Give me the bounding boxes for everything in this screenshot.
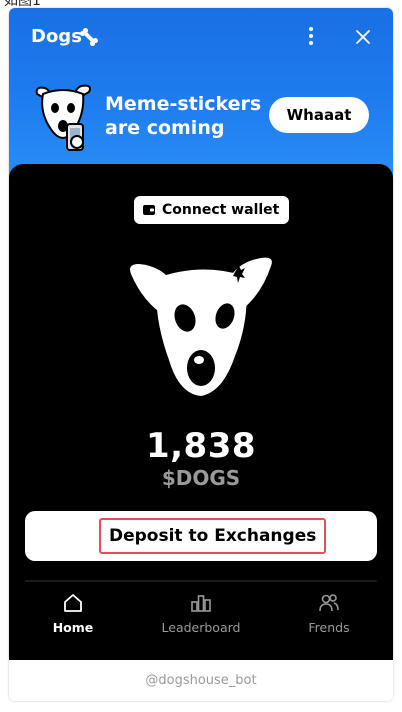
tab-leaderboard-label: Leaderboard: [161, 620, 241, 635]
app-header: Dogs: [9, 8, 393, 68]
image-caption: 如图1: [4, 0, 41, 9]
deposit-label: Deposit to Exchanges: [99, 518, 327, 554]
app-title: Dogs: [31, 26, 82, 47]
dog-mascot-icon: [127, 256, 275, 406]
top-banner: Dogs Meme-stickers are coming Whaaat: [9, 8, 393, 183]
leaderboard-icon: [190, 592, 212, 614]
tab-leaderboard[interactable]: Leaderboard: [151, 592, 251, 648]
bottom-tab-bar: Home Leaderboard Frends: [9, 584, 393, 660]
tab-home-label: Home: [52, 620, 94, 635]
close-icon: [356, 29, 370, 48]
promo-text-line1: Meme-stickers: [105, 93, 262, 115]
connect-wallet-button[interactable]: Connect wallet: [134, 196, 290, 224]
close-button[interactable]: [349, 24, 377, 52]
promo-banner: Meme-stickers are coming Whaaat: [9, 78, 393, 168]
wallet-icon: [142, 201, 156, 220]
home-icon: [62, 592, 84, 614]
mini-app-window: Dogs Meme-stickers are coming Whaaat Con…: [9, 8, 393, 701]
connect-wallet-label: Connect wallet: [162, 202, 280, 218]
tab-friends[interactable]: Frends: [279, 592, 379, 648]
bone-icon: [79, 26, 99, 48]
bot-username-footer: @dogshouse_bot: [9, 660, 393, 701]
balance-amount: 1,838: [145, 426, 257, 466]
tab-friends-label: Frends: [308, 620, 350, 635]
dog-holding-phone-icon: [33, 84, 93, 154]
promo-text-line2: are coming: [105, 117, 225, 139]
promo-text: Meme-stickers are coming: [105, 92, 275, 140]
tab-home[interactable]: Home: [23, 592, 123, 648]
screen: 如图1 Dogs Meme-stickers are coming Whaaat…: [0, 0, 402, 712]
more-options-button[interactable]: [297, 24, 325, 52]
balance-currency: $DOGS: [161, 466, 241, 490]
friends-icon: [318, 592, 340, 614]
deposit-to-exchanges-button[interactable]: Deposit to Exchanges: [25, 511, 377, 561]
more-vertical-icon: [308, 26, 314, 50]
whaaat-button[interactable]: Whaaat: [269, 97, 369, 133]
section-divider: [25, 580, 377, 582]
